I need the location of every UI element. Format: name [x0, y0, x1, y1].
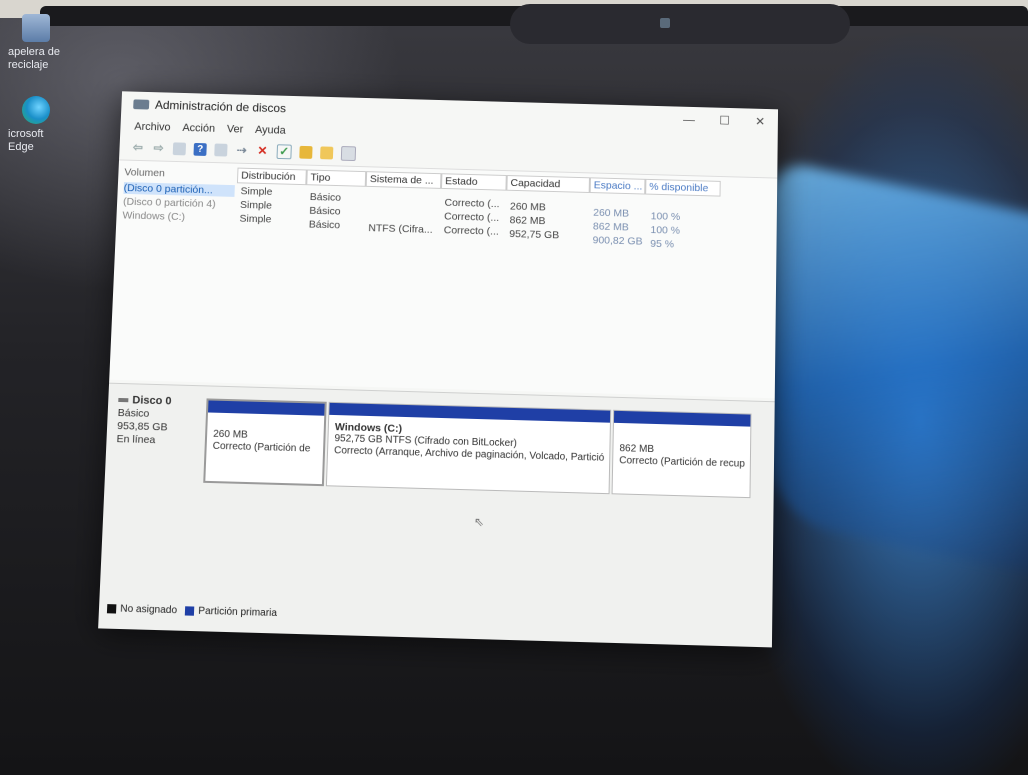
- close-button[interactable]: ✕: [742, 108, 778, 134]
- column-header-tipo[interactable]: Tipo: [306, 169, 367, 187]
- table-cell-type: Básico: [309, 204, 341, 218]
- menu-archivo[interactable]: Archivo: [134, 121, 171, 134]
- table-row-volume[interactable]: Windows (C:): [122, 210, 185, 224]
- volume-list: Volumen Distribución Tipo Sistema de ...…: [109, 159, 778, 399]
- desktop-icon-label: apelera de reciclaje: [8, 46, 60, 71]
- connect-icon[interactable]: ⇢: [235, 143, 248, 157]
- table-cell-capacity: 260 MB: [509, 200, 546, 214]
- partition-status: Correcto (Partición de: [212, 440, 311, 455]
- table-cell-fs: NTFS (Cifra...: [368, 222, 433, 236]
- disk-icon: [118, 398, 129, 403]
- table-cell-status: Correcto (...: [444, 210, 500, 224]
- partition-windows[interactable]: Windows (C:) 952,75 GB NTFS (Cifrado con…: [325, 401, 612, 495]
- edge-icon: [22, 96, 50, 124]
- menu-accion[interactable]: Acción: [182, 122, 215, 135]
- legend: No asignado Partición primaria: [106, 603, 278, 620]
- disk-management-icon: [133, 99, 150, 110]
- table-cell-capacity: 952,75 GB: [509, 228, 560, 242]
- table-cell-free: 260 MB: [593, 206, 630, 220]
- disk-name: Disco 0: [132, 394, 172, 408]
- disk-graphical-view: Disco 0 Básico 953,85 GB En línea 260 MB…: [98, 382, 775, 648]
- delete-icon[interactable]: ✕: [256, 143, 269, 157]
- recycle-bin-icon: [22, 14, 50, 42]
- webcam-housing: [510, 4, 850, 44]
- partition-efi[interactable]: 260 MB Correcto (Partición de: [203, 398, 327, 487]
- table-row-volume[interactable]: (Disco 0 partición 4): [123, 196, 216, 210]
- table-cell-layout: Simple: [240, 185, 273, 198]
- help-icon[interactable]: ?: [193, 142, 207, 156]
- table-cell-pct: 100 %: [650, 210, 681, 223]
- column-header-sistema[interactable]: Sistema de ...: [365, 171, 442, 189]
- desktop-icon-recycle-bin[interactable]: apelera de reciclaje: [8, 14, 72, 72]
- table-cell-layout: Simple: [239, 199, 273, 212]
- column-header-distribucion[interactable]: Distribución: [236, 167, 307, 186]
- column-header-volumen[interactable]: Volumen: [120, 164, 237, 183]
- mouse-cursor-icon: ⇖: [473, 514, 485, 530]
- legend-primary: Partición primaria: [198, 605, 278, 620]
- primary-swatch: [184, 606, 195, 616]
- disk-management-window: Administración de discos — ☐ ✕ Archivo A…: [98, 91, 779, 648]
- list-view-icon[interactable]: [172, 141, 187, 155]
- minimize-button[interactable]: —: [671, 106, 707, 132]
- unallocated-swatch: [106, 604, 117, 614]
- table-cell-capacity: 862 MB: [509, 214, 546, 228]
- column-header-espacio[interactable]: Espacio ...: [589, 177, 646, 195]
- wallpaper-swoosh: [770, 158, 1028, 582]
- menu-ver[interactable]: Ver: [227, 123, 244, 135]
- table-cell-pct: 100 %: [650, 224, 681, 237]
- forward-icon[interactable]: ⇨: [152, 140, 165, 154]
- window-title: Administración de discos: [154, 98, 287, 116]
- explore-icon[interactable]: [320, 145, 334, 159]
- partition-recovery[interactable]: 862 MB Correcto (Partición de recup: [611, 409, 752, 499]
- table-cell-type: Básico: [309, 191, 342, 204]
- settings-icon[interactable]: [340, 145, 357, 161]
- column-header-disponible[interactable]: % disponible: [645, 178, 721, 197]
- desktop-icon-label: icrosoft Edge: [8, 128, 44, 153]
- column-header-capacidad[interactable]: Capacidad: [506, 175, 590, 193]
- desktop-icon-edge[interactable]: icrosoft Edge: [8, 96, 72, 154]
- disk-info[interactable]: Disco 0 Básico 953,85 GB En línea: [116, 394, 171, 448]
- webcam-icon: [660, 18, 670, 28]
- table-cell-type: Básico: [308, 218, 341, 232]
- table-cell-layout: Simple: [239, 212, 272, 226]
- table-cell-pct: 95 %: [650, 237, 675, 251]
- table-cell-status: Correcto (...: [443, 224, 499, 238]
- properties-icon[interactable]: [214, 143, 228, 157]
- back-icon[interactable]: ⇦: [131, 140, 144, 154]
- table-cell-free: 900,82 GB: [592, 234, 643, 248]
- partition-status: Correcto (Partición de recup: [619, 455, 745, 470]
- table-cell-status: Correcto (...: [444, 196, 500, 211]
- folder-icon[interactable]: [299, 145, 313, 159]
- maximize-button[interactable]: ☐: [707, 107, 743, 133]
- disk-state: En línea: [116, 433, 156, 447]
- table-cell-free: 862 MB: [592, 220, 629, 234]
- check-icon[interactable]: ✓: [276, 143, 292, 159]
- menu-ayuda[interactable]: Ayuda: [255, 124, 286, 137]
- column-header-estado[interactable]: Estado: [440, 173, 507, 191]
- legend-unallocated: No asignado: [120, 603, 178, 617]
- table-row-volume[interactable]: (Disco 0 partición...: [123, 182, 235, 197]
